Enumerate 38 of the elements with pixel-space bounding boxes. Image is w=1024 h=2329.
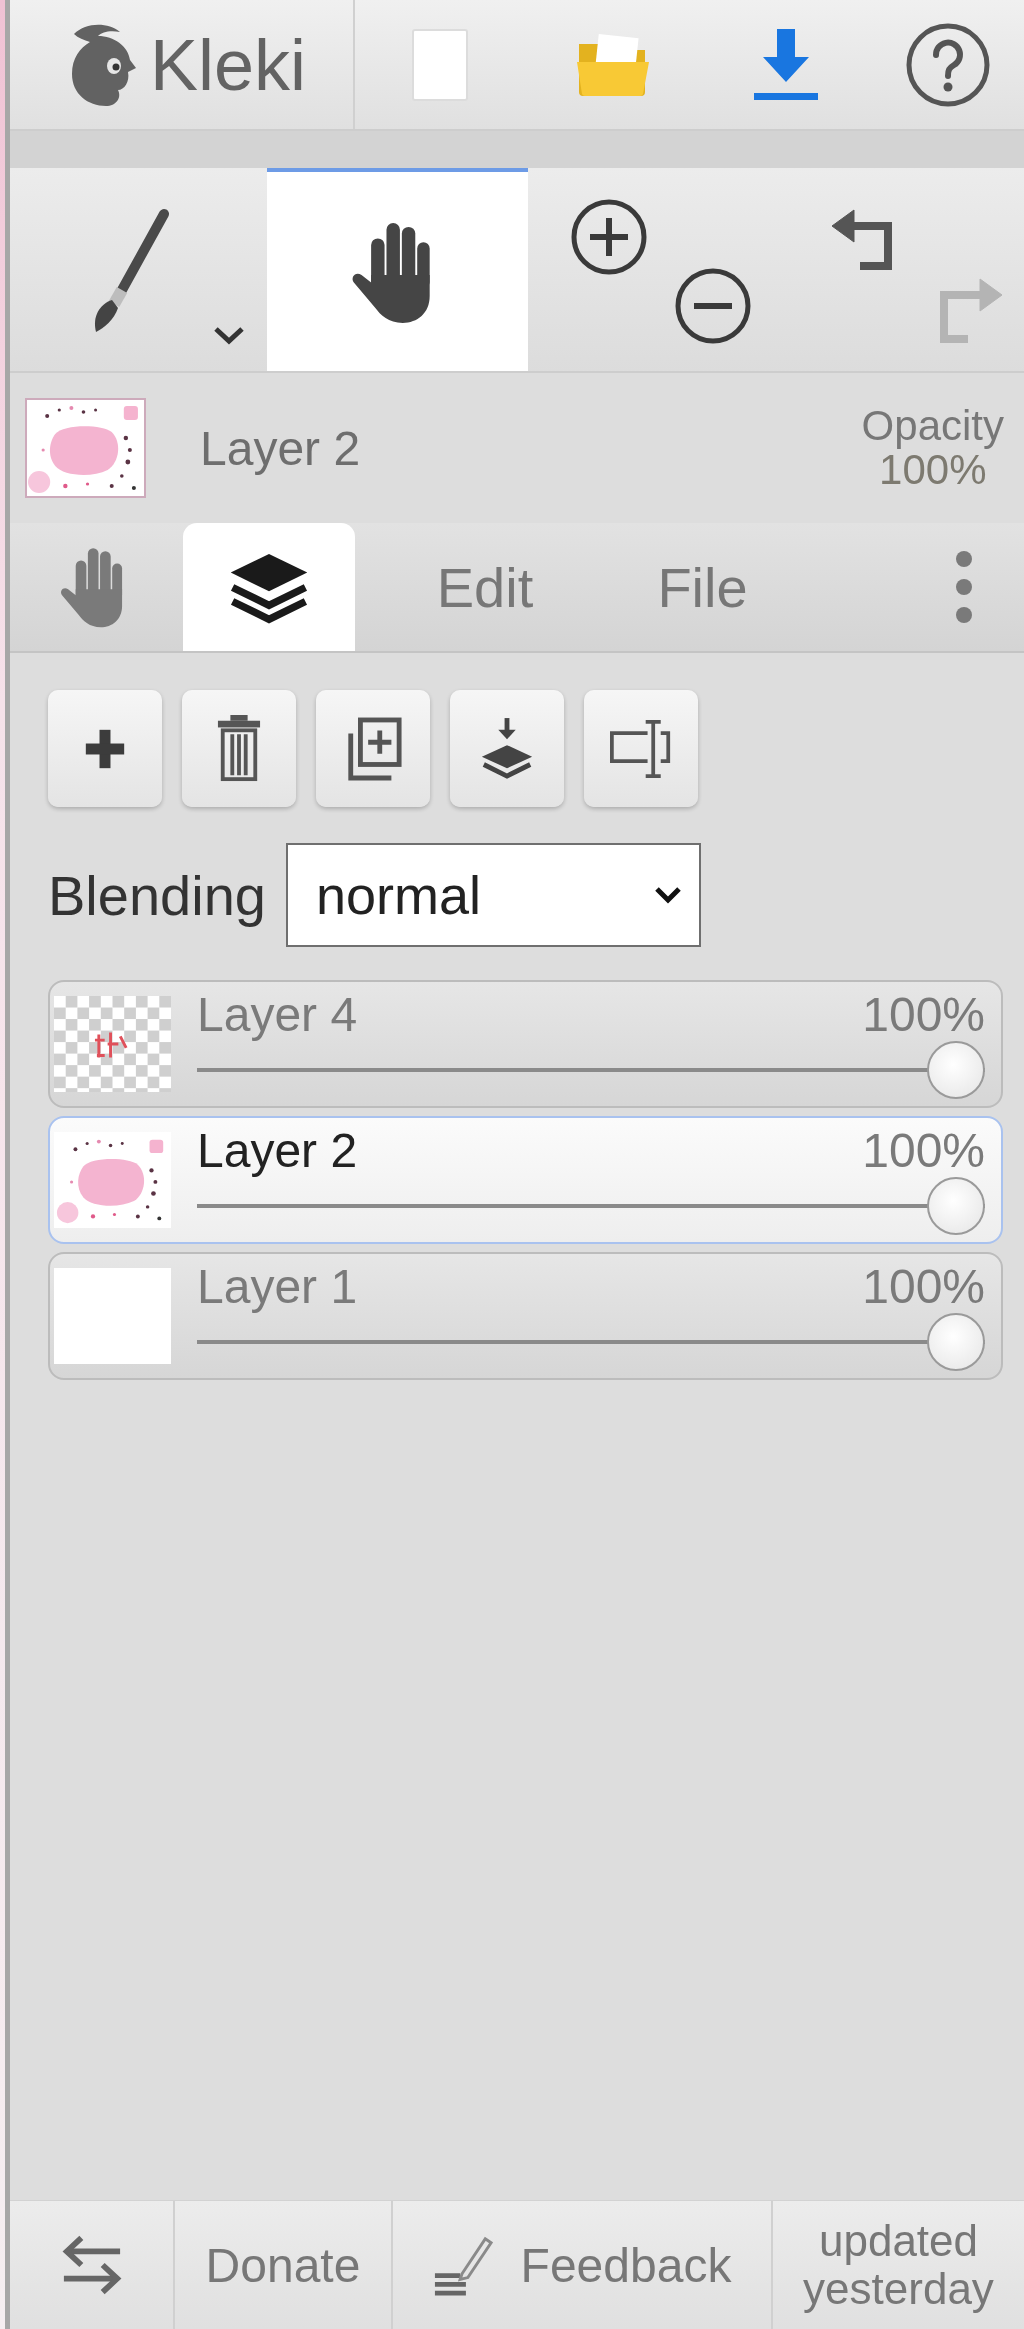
slider-thumb[interactable] [927, 1177, 985, 1235]
layers-tab[interactable] [183, 523, 355, 651]
blending-label: Blending [48, 862, 266, 928]
merge-layer-button[interactable] [450, 690, 564, 807]
layer-name: Layer 2 [197, 1125, 358, 1177]
slider-thumb[interactable] [927, 1313, 985, 1371]
layer-row[interactable]: Layer 1 100% [48, 1252, 1003, 1380]
opacity-value: 100% [879, 448, 987, 492]
delete-layer-button[interactable] [182, 690, 296, 807]
current-layer-name: Layer 2 [200, 420, 361, 476]
chevron-down-icon [652, 885, 683, 905]
logo-text: Kleki [150, 28, 307, 101]
layer-row[interactable]: Layer 2 100% [48, 1116, 1003, 1244]
rename-layer-button[interactable] [584, 690, 698, 807]
chevron-down-icon [212, 325, 246, 345]
add-layer-button[interactable] [48, 690, 162, 807]
opacity-label: Opacity [861, 404, 1004, 448]
plus-circle-icon[interactable] [570, 198, 648, 276]
vertical-dots-icon [954, 549, 974, 625]
tab[interactable]: File [615, 523, 790, 651]
minus-circle-icon[interactable] [674, 267, 752, 345]
plus-icon [84, 727, 126, 770]
donate-button[interactable]: Donate [175, 2201, 393, 2329]
layer-opacity: 100% [862, 1261, 985, 1313]
slider-thumb[interactable] [927, 1041, 985, 1099]
layer-name: Layer 1 [197, 1261, 358, 1313]
layer-row[interactable]: Layer 4 100% [48, 980, 1003, 1108]
help-icon[interactable] [905, 21, 991, 108]
hand-tool-button[interactable] [267, 168, 528, 371]
duplicate-layer-button[interactable] [316, 690, 430, 807]
trash-icon [216, 715, 262, 782]
layer-opacity: 100% [862, 989, 985, 1041]
layer-opacity: 100% [862, 1125, 985, 1177]
update-status-link[interactable]: updated yesterday [773, 2201, 1024, 2329]
layer-name: Layer 4 [197, 989, 358, 1041]
feedback-button[interactable]: Feedback [393, 2201, 773, 2329]
tab[interactable]: Edit [355, 523, 615, 651]
blending-select[interactable]: normal [285, 843, 701, 947]
